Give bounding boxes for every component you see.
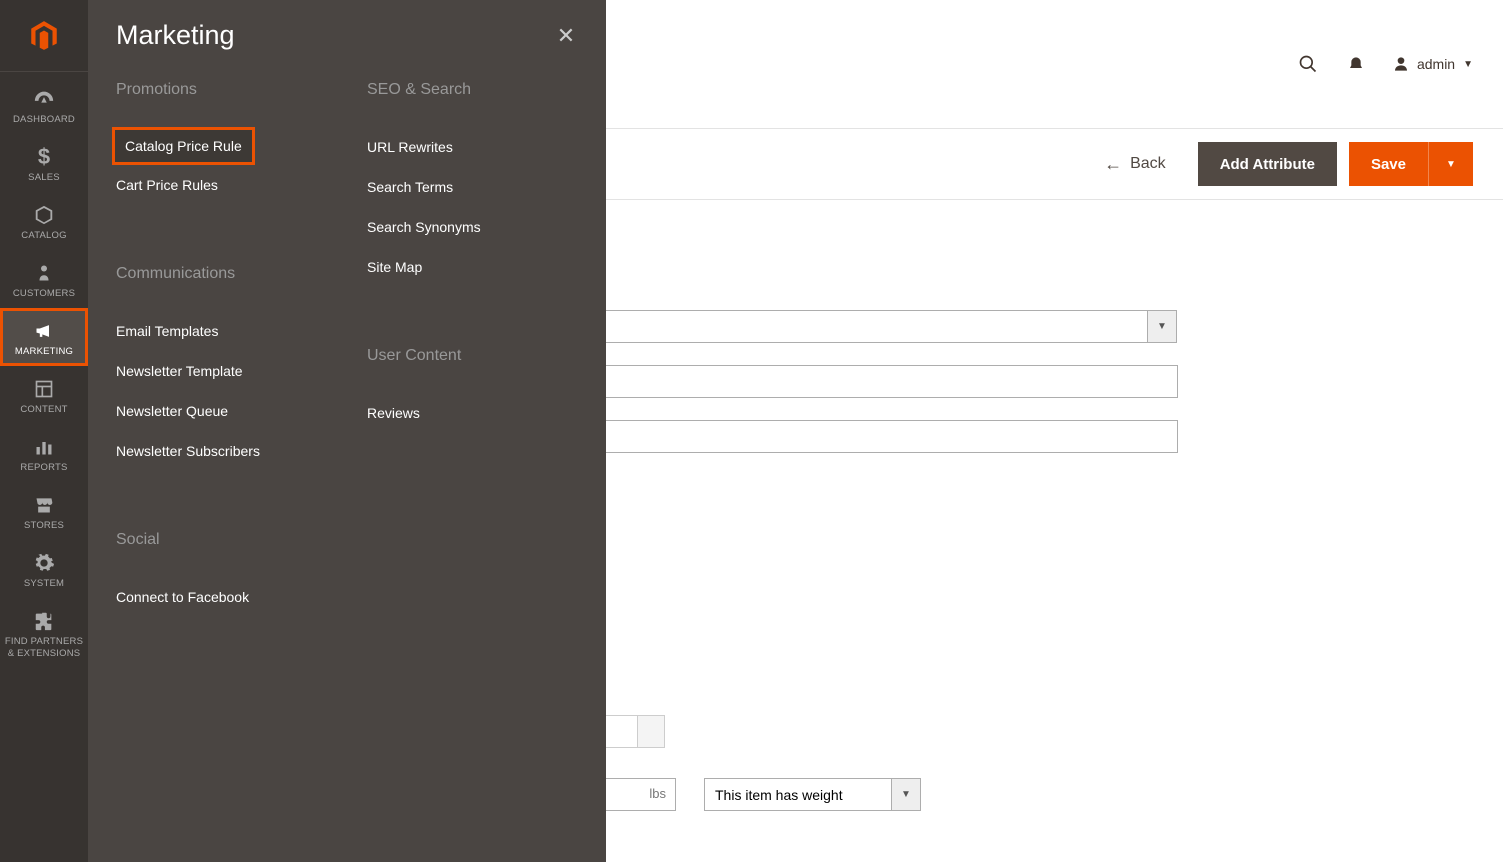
sku-input[interactable] (538, 420, 1178, 453)
sidebar-item-label: SALES (24, 172, 64, 184)
sidebar-item-label: STORES (20, 520, 68, 532)
section-user-content: User Content (367, 347, 578, 365)
notifications-icon[interactable] (1345, 53, 1367, 75)
sidebar-item-label: DASHBOARD (9, 114, 79, 126)
marketing-flyout: Marketing ✕ Promotions Catalog Price Rul… (88, 0, 606, 862)
chevron-down-icon: ▼ (1157, 321, 1167, 332)
flyout-header: Marketing ✕ (116, 0, 578, 81)
sidebar-item-label: SYSTEM (20, 578, 68, 590)
sidebar-item-label: FIND PARTNERS & EXTENSIONS (0, 636, 88, 660)
sidebar-item-label: CONTENT (16, 404, 71, 416)
sidebar-item-marketing[interactable]: MARKETING (0, 308, 88, 366)
sidebar-item-reports[interactable]: REPORTS (0, 424, 88, 482)
section-promotions: Promotions (116, 81, 327, 99)
megaphone-icon (31, 318, 57, 344)
link-search-terms[interactable]: Search Terms (367, 167, 578, 207)
link-url-rewrites[interactable]: URL Rewrites (367, 127, 578, 167)
back-button[interactable]: ← Back (1104, 154, 1166, 175)
sidebar-item-label: MARKETING (11, 346, 77, 358)
flyout-col-right: SEO & Search URL Rewrites Search Terms S… (367, 81, 578, 617)
save-button[interactable]: Save (1349, 142, 1428, 186)
flyout-columns: Promotions Catalog Price Rule Cart Price… (116, 81, 578, 617)
add-attribute-button[interactable]: Add Attribute (1198, 142, 1337, 186)
admin-user-label: admin (1417, 56, 1455, 72)
sidebar-item-label: CUSTOMERS (9, 288, 79, 300)
unit-box (637, 715, 665, 748)
back-label: Back (1130, 155, 1166, 173)
dashboard-icon (31, 86, 57, 112)
product-name-input[interactable] (538, 365, 1178, 398)
gear-icon (31, 550, 57, 576)
section-seo: SEO & Search (367, 81, 578, 99)
flyout-title: Marketing (116, 20, 235, 51)
form-field (538, 420, 1178, 453)
link-connect-facebook[interactable]: Connect to Facebook (116, 577, 327, 617)
link-site-map[interactable]: Site Map (367, 247, 578, 287)
sidebar-item-catalog[interactable]: CATALOG (0, 192, 88, 250)
save-label: Save (1371, 156, 1406, 173)
form-field (538, 365, 1178, 398)
search-icon[interactable] (1297, 53, 1319, 75)
magento-logo[interactable] (0, 0, 88, 72)
cube-icon (31, 202, 57, 228)
sidebar-item-dashboard[interactable]: DASHBOARD (0, 76, 88, 134)
chevron-down-icon: ▼ (901, 789, 911, 800)
link-cart-price-rules[interactable]: Cart Price Rules (116, 165, 327, 205)
weight-unit: lbs (649, 786, 666, 801)
sidebar-item-content[interactable]: CONTENT (0, 366, 88, 424)
link-newsletter-queue[interactable]: Newsletter Queue (116, 391, 327, 431)
save-dropdown-toggle[interactable]: ▼ (1428, 142, 1473, 186)
layout-icon (31, 376, 57, 402)
weight-type-select[interactable]: This item has weight (704, 778, 892, 811)
sidebar-item-system[interactable]: SYSTEM (0, 540, 88, 598)
section-communications: Communications (116, 265, 327, 283)
attribute-set-input[interactable] (538, 310, 1148, 343)
admin-sidebar: DASHBOARD $ SALES CATALOG CUSTOMERS MARK… (0, 0, 88, 862)
dropdown-toggle[interactable]: ▼ (891, 778, 921, 811)
section-social: Social (116, 531, 327, 549)
bars-icon (31, 434, 57, 460)
flyout-col-left: Promotions Catalog Price Rule Cart Price… (116, 81, 327, 617)
link-catalog-price-rule[interactable]: Catalog Price Rule (112, 127, 255, 165)
person-icon (31, 260, 57, 286)
sidebar-item-partners[interactable]: FIND PARTNERS & EXTENSIONS (0, 598, 88, 668)
puzzle-icon (31, 608, 57, 634)
sidebar-item-customers[interactable]: CUSTOMERS (0, 250, 88, 308)
chevron-down-icon: ▼ (1463, 59, 1473, 70)
link-newsletter-template[interactable]: Newsletter Template (116, 351, 327, 391)
dropdown-toggle[interactable]: ▼ (1147, 310, 1177, 343)
link-reviews[interactable]: Reviews (367, 393, 578, 433)
add-attribute-label: Add Attribute (1220, 156, 1315, 173)
sidebar-item-label: CATALOG (17, 230, 70, 242)
admin-user-menu[interactable]: admin ▼ (1393, 55, 1473, 73)
close-icon[interactable]: ✕ (554, 24, 578, 48)
header-actions: admin ▼ (1297, 53, 1473, 75)
sidebar-item-label: REPORTS (16, 462, 71, 474)
chevron-down-icon: ▼ (1446, 159, 1456, 170)
sidebar-item-sales[interactable]: $ SALES (0, 134, 88, 192)
arrow-left-icon: ← (1104, 154, 1122, 175)
store-icon (31, 492, 57, 518)
link-newsletter-subscribers[interactable]: Newsletter Subscribers (116, 431, 327, 471)
sidebar-item-stores[interactable]: STORES (0, 482, 88, 540)
form-field: ▼ (538, 310, 1177, 343)
save-button-group: Save ▼ (1349, 142, 1473, 186)
weight-type-label: This item has weight (715, 787, 843, 803)
link-search-synonyms[interactable]: Search Synonyms (367, 207, 578, 247)
dollar-icon: $ (31, 144, 57, 170)
link-email-templates[interactable]: Email Templates (116, 311, 327, 351)
user-icon (1393, 55, 1409, 73)
